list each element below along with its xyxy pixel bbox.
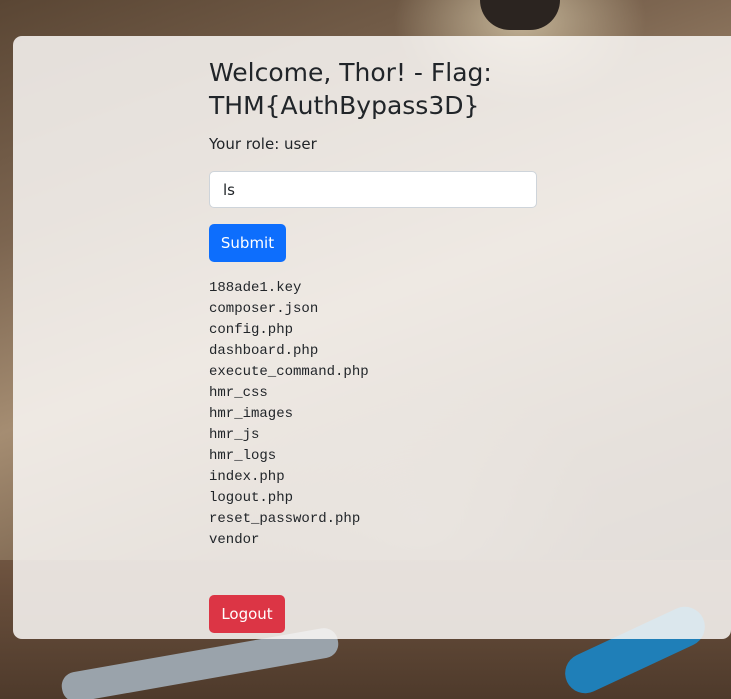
output-line: hmr_js xyxy=(209,427,260,443)
background-lamp xyxy=(480,0,560,30)
command-input[interactable] xyxy=(209,171,537,208)
command-output: 188ade1.key composer.json config.php das… xyxy=(209,278,549,551)
page-title: Welcome, Thor! - Flag: THM{AuthBypass3D} xyxy=(209,58,492,120)
output-line: logout.php xyxy=(209,490,294,506)
output-line: index.php xyxy=(209,469,285,485)
logout-button[interactable]: Logout xyxy=(209,595,285,633)
output-line: reset_password.php xyxy=(209,511,361,527)
dashboard-content: Welcome, Thor! - Flag: THM{AuthBypass3D}… xyxy=(209,56,549,633)
output-line: config.php xyxy=(209,322,294,338)
output-line: hmr_css xyxy=(209,385,268,401)
output-line: hmr_images xyxy=(209,406,294,422)
output-line: 188ade1.key xyxy=(209,280,302,296)
output-line: composer.json xyxy=(209,301,319,317)
user-role-text: Your role: user xyxy=(209,135,317,153)
output-line: hmr_logs xyxy=(209,448,277,464)
output-line: execute_command.php xyxy=(209,364,369,380)
output-line: dashboard.php xyxy=(209,343,319,359)
dashboard-card: Welcome, Thor! - Flag: THM{AuthBypass3D}… xyxy=(13,36,731,639)
output-line: vendor xyxy=(209,532,260,548)
command-form: Submit xyxy=(209,171,549,262)
submit-button[interactable]: Submit xyxy=(209,224,286,262)
